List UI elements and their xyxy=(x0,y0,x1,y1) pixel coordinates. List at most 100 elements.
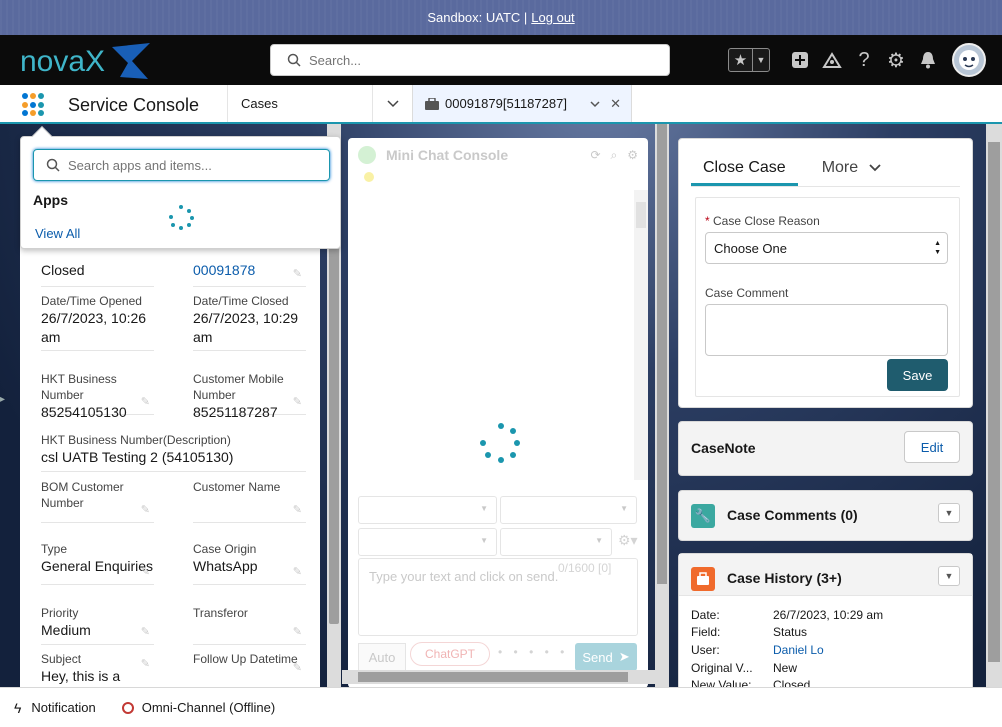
app-launcher-icon[interactable] xyxy=(22,93,46,117)
briefcase-icon xyxy=(425,97,439,110)
nav-object-cases[interactable]: Cases xyxy=(227,85,372,122)
notification-label: Notification xyxy=(31,700,96,715)
case-history-title[interactable]: Case History (3+) xyxy=(727,570,842,586)
typing-dots: • • • • • • xyxy=(498,645,584,659)
close-icon[interactable]: ✕ xyxy=(610,96,621,112)
case-history-card: Case History (3+) ▼ Date: 26/7/2023, 10:… xyxy=(678,553,973,687)
cname-label: Customer Name xyxy=(193,480,281,494)
history-key: New Value: xyxy=(691,678,752,687)
nav-object-label: Cases xyxy=(241,96,278,111)
tab-close-case[interactable]: Close Case xyxy=(691,155,798,186)
hkt-business-field: HKT Business Number 85254105130 ✎ xyxy=(41,371,154,420)
global-search-input[interactable]: Search... xyxy=(270,44,670,76)
parent-case-link[interactable]: 00091878 xyxy=(193,261,306,280)
bom-label: BOM Customer Number xyxy=(41,480,124,510)
omni-channel-utility[interactable]: Omni-Channel (Offline) xyxy=(121,700,275,715)
edit-pencil-icon[interactable]: ✎ xyxy=(141,625,150,638)
chat-select-1[interactable] xyxy=(358,496,497,524)
history-value: New xyxy=(773,661,798,675)
chat-select-4[interactable] xyxy=(500,528,612,556)
collapse-handle-icon[interactable]: ▸ xyxy=(0,394,10,424)
type-label: Type xyxy=(41,542,68,556)
gear-icon[interactable]: ⚙ xyxy=(627,148,638,163)
hkt-value: 85254105130 xyxy=(41,404,127,420)
bell-icon[interactable] xyxy=(912,44,944,76)
closed-label: Date/Time Closed xyxy=(193,294,289,308)
history-row: Field: Status xyxy=(691,625,807,639)
history-dropdown-icon[interactable]: ▼ xyxy=(938,566,960,586)
history-key: Date: xyxy=(691,608,720,622)
close-reason-select[interactable]: Choose One ▲ ▼ xyxy=(705,232,948,264)
tab-chevron-down-icon[interactable] xyxy=(590,96,600,112)
type-value: General Enquiries xyxy=(41,558,154,574)
history-user-link[interactable]: Daniel Lo xyxy=(773,643,824,657)
send-button[interactable]: Send ➤ xyxy=(575,643,637,671)
edit-pencil-icon[interactable]: ✎ xyxy=(293,565,302,578)
save-button[interactable]: Save xyxy=(887,359,948,391)
edit-pencil-icon[interactable]: ✎ xyxy=(293,625,302,638)
gear-icon[interactable]: ⚙▾ xyxy=(618,532,638,549)
favorites-button[interactable]: ★ ▼ xyxy=(728,48,770,72)
middle-vertical-scrollbar[interactable] xyxy=(655,124,669,687)
bom-field: BOM Customer Number ✎ xyxy=(41,479,154,523)
novax-logo[interactable]: novaX xyxy=(20,41,160,81)
search-icon[interactable]: ⌕ xyxy=(611,148,618,163)
view-all-link[interactable]: View All xyxy=(35,226,80,241)
logout-link[interactable]: Log out xyxy=(531,10,574,25)
closed-field: Date/Time Closed 26/7/2023, 10:29 am xyxy=(193,293,306,351)
case-comment-textarea[interactable] xyxy=(705,304,948,356)
loading-spinner-icon xyxy=(480,423,520,463)
app-name: Service Console xyxy=(68,95,200,115)
auto-label: Auto xyxy=(368,649,396,665)
mini-chat-title: Mini Chat Console xyxy=(386,147,509,163)
chat-scrollbar[interactable] xyxy=(634,190,648,480)
notification-utility[interactable]: ϟ Notification xyxy=(14,700,96,716)
workspace-tab-case[interactable]: 00091879[51187287] ✕ xyxy=(412,85,632,122)
star-icon[interactable]: ★ xyxy=(729,49,753,71)
edit-pencil-icon[interactable]: ✎ xyxy=(141,395,150,408)
chat-select-3[interactable] xyxy=(358,528,497,556)
transferor-label: Transferor xyxy=(193,606,248,620)
priority-value: Medium xyxy=(41,622,91,638)
case-note-title: CaseNote xyxy=(691,440,756,456)
edit-pencil-icon[interactable]: ✎ xyxy=(141,565,150,578)
priority-label: Priority xyxy=(41,606,79,620)
auto-button[interactable]: Auto xyxy=(358,643,406,671)
edit-button[interactable]: Edit xyxy=(904,431,960,463)
chat-icon xyxy=(358,146,376,164)
required-asterisk: * xyxy=(705,214,710,228)
hkt-desc-value: csl UATB Testing 2 (54105130) xyxy=(41,449,234,465)
history-row: New Value: Closed xyxy=(691,678,810,687)
plus-icon[interactable] xyxy=(784,44,816,76)
case-comments-title[interactable]: Case Comments (0) xyxy=(727,507,858,523)
right-scrollbar[interactable] xyxy=(986,124,1002,687)
help-icon[interactable]: ? xyxy=(848,44,880,76)
chatgpt-button[interactable]: ChatGPT xyxy=(410,642,490,666)
edit-pencil-icon[interactable]: ✎ xyxy=(141,503,150,516)
comments-dropdown-icon[interactable]: ▼ xyxy=(938,503,960,523)
chat-select-2[interactable] xyxy=(500,496,637,524)
case-comments-card: 🔧 Case Comments (0) ▼ xyxy=(678,490,973,541)
tab-more[interactable]: More xyxy=(810,155,893,186)
edit-pencil-icon[interactable]: ✎ xyxy=(293,267,302,280)
edit-pencil-icon[interactable]: ✎ xyxy=(293,503,302,516)
followup-field: Follow Up Datetime ✎ xyxy=(193,651,306,687)
avatar[interactable] xyxy=(952,43,986,77)
edit-pencil-icon[interactable]: ✎ xyxy=(293,395,302,408)
app-launcher-search-input[interactable]: Search apps and items... xyxy=(33,149,330,181)
status-field: Closed xyxy=(41,261,154,287)
char-counter: 0/1600 [0] xyxy=(558,561,612,575)
edit-pencil-icon[interactable]: ✎ xyxy=(293,661,302,687)
trailhead-icon[interactable] xyxy=(816,44,848,76)
opened-label: Date/Time Opened xyxy=(41,294,142,308)
refresh-icon[interactable]: ⟳ xyxy=(590,148,600,163)
mobile-label: Customer Mobile Number xyxy=(193,372,284,402)
chevron-down-icon[interactable]: ▼ xyxy=(753,55,769,65)
chat-placeholder: Type your text and click on send. xyxy=(369,569,559,584)
middle-horizontal-scrollbar[interactable] xyxy=(342,670,655,684)
origin-field: Case Origin WhatsApp ✎ xyxy=(193,541,306,585)
nav-menu-chevron-down-icon[interactable] xyxy=(372,85,412,122)
chatgpt-label: ChatGPT xyxy=(424,647,475,661)
gear-icon[interactable]: ⚙ xyxy=(880,44,912,76)
edit-pencil-icon[interactable]: ✎ xyxy=(141,657,150,687)
